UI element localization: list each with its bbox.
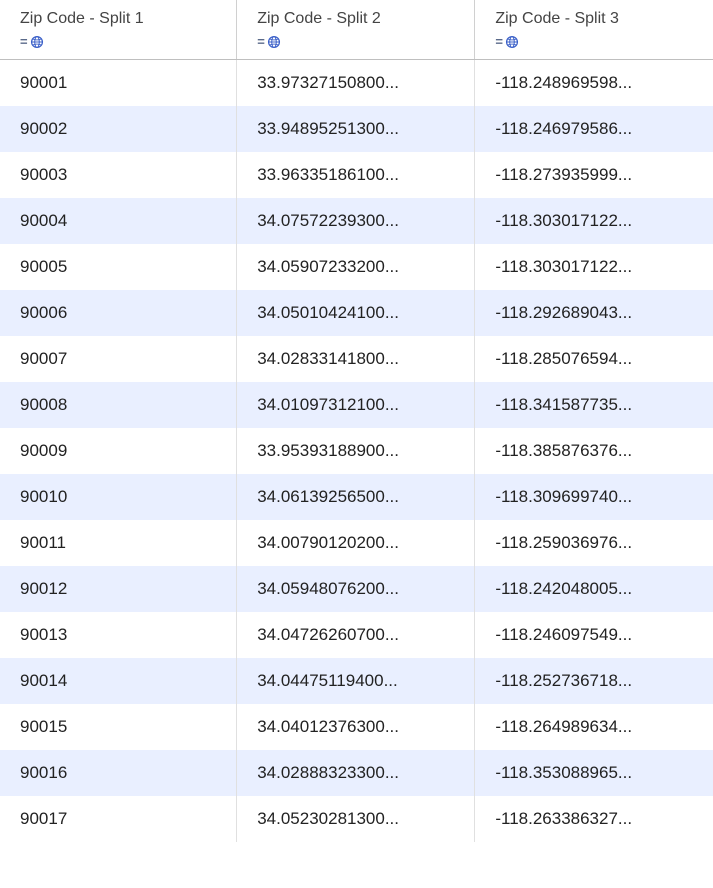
cell-lon: -118.292689043... xyxy=(475,290,713,336)
cell-lat: 34.00790120200... xyxy=(237,520,475,566)
calc-prefix: = xyxy=(20,34,28,49)
cell-zip: 90015 xyxy=(0,704,237,750)
calc-prefix: = xyxy=(495,34,503,49)
cell-zip: 90014 xyxy=(0,658,237,704)
table-row[interactable]: 90006 34.05010424100... -118.292689043..… xyxy=(0,290,713,336)
cell-lat: 34.04012376300... xyxy=(237,704,475,750)
table-row[interactable]: 90003 33.96335186100... -118.273935999..… xyxy=(0,152,713,198)
cell-lon: -118.303017122... xyxy=(475,244,713,290)
column-header-label: Zip Code - Split 2 xyxy=(257,10,460,28)
globe-icon xyxy=(30,35,44,49)
cell-lat: 34.04475119400... xyxy=(237,658,475,704)
table-row[interactable]: 90010 34.06139256500... -118.309699740..… xyxy=(0,474,713,520)
table-row[interactable]: 90007 34.02833141800... -118.285076594..… xyxy=(0,336,713,382)
cell-lat: 34.04726260700... xyxy=(237,612,475,658)
cell-lat: 33.95393188900... xyxy=(237,428,475,474)
table-row[interactable]: 90008 34.01097312100... -118.341587735..… xyxy=(0,382,713,428)
column-header-lon[interactable]: Zip Code - Split 3 = xyxy=(475,0,713,60)
cell-lat: 33.96335186100... xyxy=(237,152,475,198)
cell-zip: 90003 xyxy=(0,152,237,198)
cell-lon: -118.385876376... xyxy=(475,428,713,474)
table-row[interactable]: 90002 33.94895251300... -118.246979586..… xyxy=(0,106,713,152)
column-type-indicator: = xyxy=(257,34,460,49)
column-header-label: Zip Code - Split 1 xyxy=(20,10,222,28)
cell-zip: 90010 xyxy=(0,474,237,520)
cell-zip: 90001 xyxy=(0,60,237,107)
cell-lon: -118.303017122... xyxy=(475,198,713,244)
cell-lat: 34.02833141800... xyxy=(237,336,475,382)
cell-lat: 34.06139256500... xyxy=(237,474,475,520)
cell-zip: 90013 xyxy=(0,612,237,658)
cell-zip: 90002 xyxy=(0,106,237,152)
column-type-indicator: = xyxy=(20,34,222,49)
table-row[interactable]: 90014 34.04475119400... -118.252736718..… xyxy=(0,658,713,704)
table-row[interactable]: 90016 34.02888323300... -118.353088965..… xyxy=(0,750,713,796)
cell-lat: 34.02888323300... xyxy=(237,750,475,796)
cell-lon: -118.273935999... xyxy=(475,152,713,198)
cell-zip: 90017 xyxy=(0,796,237,842)
cell-lon: -118.264989634... xyxy=(475,704,713,750)
cell-lon: -118.246979586... xyxy=(475,106,713,152)
column-header-zip[interactable]: Zip Code - Split 1 = xyxy=(0,0,237,60)
column-header-lat[interactable]: Zip Code - Split 2 = xyxy=(237,0,475,60)
table-row[interactable]: 90004 34.07572239300... -118.303017122..… xyxy=(0,198,713,244)
cell-zip: 90011 xyxy=(0,520,237,566)
cell-lon: -118.242048005... xyxy=(475,566,713,612)
cell-lon: -118.353088965... xyxy=(475,750,713,796)
table-row[interactable]: 90013 34.04726260700... -118.246097549..… xyxy=(0,612,713,658)
cell-lat: 34.01097312100... xyxy=(237,382,475,428)
cell-lon: -118.285076594... xyxy=(475,336,713,382)
cell-lat: 34.05907233200... xyxy=(237,244,475,290)
globe-icon xyxy=(267,35,281,49)
cell-lat: 34.07572239300... xyxy=(237,198,475,244)
cell-zip: 90008 xyxy=(0,382,237,428)
cell-lat: 34.05230281300... xyxy=(237,796,475,842)
cell-lon: -118.259036976... xyxy=(475,520,713,566)
cell-lon: -118.248969598... xyxy=(475,60,713,107)
cell-lat: 34.05010424100... xyxy=(237,290,475,336)
table-header-row: Zip Code - Split 1 = Zip Code - Split 2 … xyxy=(0,0,713,60)
cell-zip: 90006 xyxy=(0,290,237,336)
table-row[interactable]: 90011 34.00790120200... -118.259036976..… xyxy=(0,520,713,566)
cell-zip: 90004 xyxy=(0,198,237,244)
cell-lat: 34.05948076200... xyxy=(237,566,475,612)
cell-lat: 33.94895251300... xyxy=(237,106,475,152)
cell-zip: 90007 xyxy=(0,336,237,382)
calc-prefix: = xyxy=(257,34,265,49)
data-table: Zip Code - Split 1 = Zip Code - Split 2 … xyxy=(0,0,713,842)
cell-zip: 90012 xyxy=(0,566,237,612)
table-row[interactable]: 90009 33.95393188900... -118.385876376..… xyxy=(0,428,713,474)
table-row[interactable]: 90012 34.05948076200... -118.242048005..… xyxy=(0,566,713,612)
cell-lat: 33.97327150800... xyxy=(237,60,475,107)
cell-lon: -118.252736718... xyxy=(475,658,713,704)
column-header-label: Zip Code - Split 3 xyxy=(495,10,699,28)
cell-lon: -118.309699740... xyxy=(475,474,713,520)
cell-zip: 90009 xyxy=(0,428,237,474)
table-row[interactable]: 90017 34.05230281300... -118.263386327..… xyxy=(0,796,713,842)
cell-lon: -118.246097549... xyxy=(475,612,713,658)
cell-zip: 90005 xyxy=(0,244,237,290)
cell-lon: -118.263386327... xyxy=(475,796,713,842)
globe-icon xyxy=(505,35,519,49)
table-row[interactable]: 90001 33.97327150800... -118.248969598..… xyxy=(0,60,713,107)
column-type-indicator: = xyxy=(495,34,699,49)
table-row[interactable]: 90015 34.04012376300... -118.264989634..… xyxy=(0,704,713,750)
table-row[interactable]: 90005 34.05907233200... -118.303017122..… xyxy=(0,244,713,290)
cell-lon: -118.341587735... xyxy=(475,382,713,428)
cell-zip: 90016 xyxy=(0,750,237,796)
